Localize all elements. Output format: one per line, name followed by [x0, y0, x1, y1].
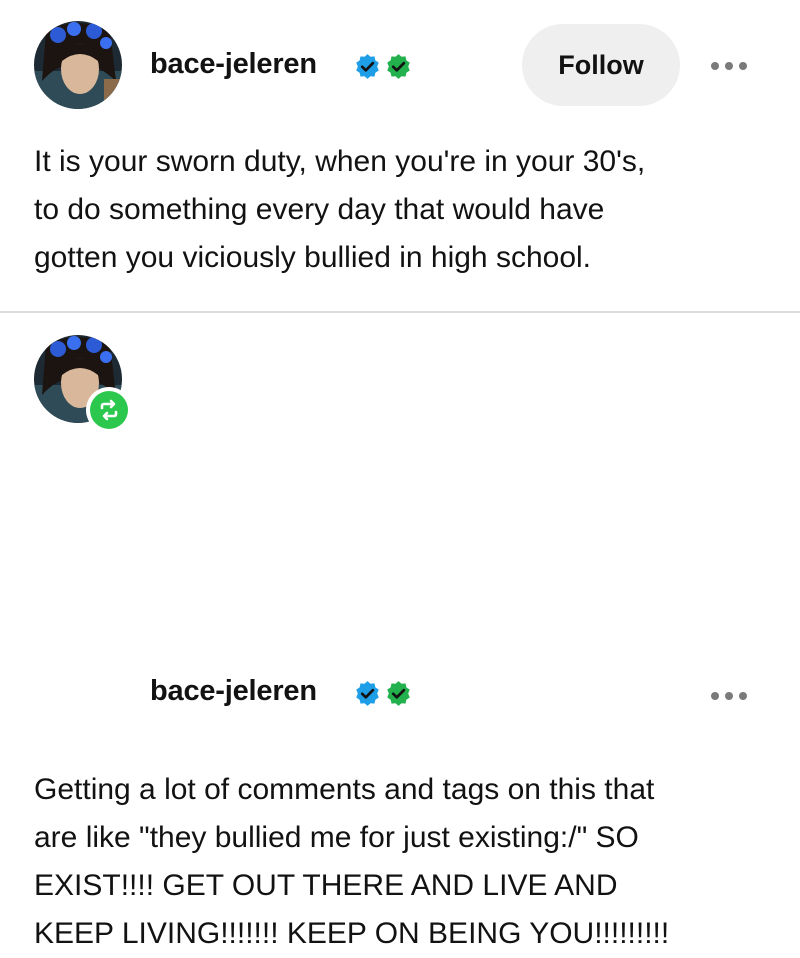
verified-green-badge-icon [385, 53, 412, 85]
post-body-line: to do something every day that would hav… [34, 193, 605, 226]
verified-badges [354, 53, 412, 85]
username[interactable]: bace-jeleren [150, 675, 317, 708]
post-body-line: are like "they bullied me for just exist… [34, 821, 639, 854]
post-body-line: KEEP LIVING!!!!!!! KEEP ON BEING YOU!!!!… [34, 917, 670, 950]
verified-blue-badge-icon [354, 53, 381, 85]
verified-green-badge-icon [385, 680, 412, 712]
post-body-line: gotten you viciously bullied in high sch… [34, 241, 592, 274]
verified-blue-badge-icon [354, 680, 381, 712]
more-options-icon[interactable] [711, 62, 747, 70]
reblog-icon [86, 387, 132, 433]
follow-button[interactable]: Follow [522, 24, 680, 106]
avatar[interactable] [34, 21, 122, 109]
post-body: Getting a lot of comments and tags on th… [34, 766, 794, 958]
more-options-icon[interactable] [711, 692, 747, 700]
post-body-line: It is your sworn duty, when you're in yo… [34, 145, 646, 178]
username[interactable]: bace-jeleren [150, 48, 317, 81]
verified-badges [354, 680, 412, 712]
post-body-line: EXIST!!!! GET OUT THERE AND LIVE AND [34, 869, 618, 902]
post-body-line: Getting a lot of comments and tags on th… [34, 773, 655, 806]
post-body: It is your sworn duty, when you're in yo… [34, 138, 774, 282]
post-original: bace-jeleren Follow It is your sworn dut… [0, 0, 800, 312]
